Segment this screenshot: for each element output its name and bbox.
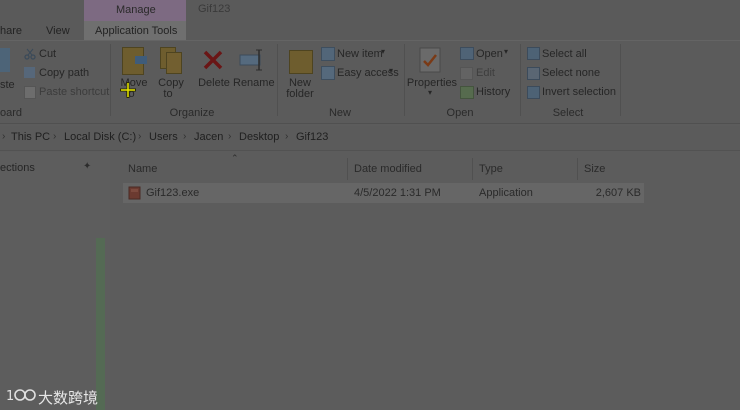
copy-to-icon-back (166, 52, 182, 74)
select-none-button[interactable]: Select none (542, 67, 600, 79)
paste-shortcut-button[interactable]: Paste shortcut (39, 86, 109, 98)
new-item-button[interactable]: New item (337, 48, 383, 60)
breadcrumb-local-disk[interactable]: Local Disk (C:) (64, 131, 136, 143)
open-icon (460, 47, 474, 60)
tab-view[interactable]: View (46, 25, 70, 37)
delete-button-label[interactable]: Delete (196, 78, 232, 89)
open-group-label: Open (446, 107, 474, 119)
new-item-icon (321, 47, 335, 61)
invert-selection-icon (527, 86, 540, 99)
copy-path-icon (24, 67, 35, 78)
ribbon-separator (404, 44, 405, 116)
nav-scrollbar[interactable] (96, 238, 105, 410)
breadcrumb-chevron-icon: › (228, 131, 232, 142)
cut-button[interactable]: Cut (39, 48, 56, 60)
select-all-icon (527, 47, 540, 60)
breadcrumb-gif123[interactable]: Gif123 (296, 131, 328, 143)
navigation-pane (0, 152, 110, 410)
edit-button[interactable]: Edit (476, 67, 495, 79)
ribbon-separator (620, 44, 621, 116)
easy-access-dropdown-icon[interactable]: ▾ (389, 66, 393, 75)
column-separator[interactable] (347, 158, 348, 180)
properties-icon[interactable] (419, 47, 443, 75)
exe-file-icon (128, 186, 141, 200)
breadcrumb-chevron-icon: › (138, 131, 142, 142)
select-all-button[interactable]: Select all (542, 48, 587, 60)
edit-icon (460, 67, 473, 80)
column-header-date[interactable]: Date modified (354, 163, 422, 175)
copy-to-label-2[interactable]: to (158, 89, 178, 100)
history-icon (460, 86, 474, 99)
tab-share[interactable]: hare (0, 25, 22, 37)
open-button[interactable]: Open (476, 48, 503, 60)
tab-manage[interactable]: Manage (116, 4, 156, 16)
ribbon-separator (277, 44, 278, 116)
breadcrumb-desktop[interactable]: Desktop (239, 131, 279, 143)
history-button[interactable]: History (476, 86, 510, 98)
tab-application-tools[interactable]: Application Tools (95, 25, 177, 37)
easy-access-icon (321, 66, 335, 80)
breadcrumb-chevron-icon: › (2, 131, 6, 142)
column-header-name[interactable]: Name (128, 163, 157, 175)
file-date: 4/5/2022 1:31 PM (354, 187, 441, 199)
move-arrow-icon (135, 56, 147, 64)
column-separator[interactable] (577, 158, 578, 180)
sort-up-icon: ⌃ (231, 153, 239, 163)
delete-icon[interactable] (203, 50, 223, 70)
rename-icon[interactable] (239, 49, 265, 71)
new-folder-icon[interactable] (289, 50, 313, 74)
invert-selection-button[interactable]: Invert selection (542, 86, 616, 98)
watermark-logo-icon: 1 (6, 389, 36, 404)
file-size: 2,607 KB (595, 187, 641, 199)
select-none-icon (527, 67, 540, 80)
ribbon-separator (110, 44, 111, 116)
cut-icon (24, 48, 36, 60)
properties-dropdown-icon[interactable]: ▾ (428, 88, 432, 97)
file-name[interactable]: Gif123.exe (146, 187, 199, 199)
quick-access-label[interactable]: ections (0, 162, 35, 174)
new-item-dropdown-icon[interactable]: ▾ (381, 47, 385, 56)
cursor-crosshair-icon (120, 82, 136, 98)
breadcrumb-this-pc[interactable]: This PC (11, 131, 50, 143)
breadcrumb-jacen[interactable]: Jacen (194, 131, 223, 143)
select-group-label: Select (552, 107, 584, 119)
column-header-type[interactable]: Type (479, 163, 503, 175)
watermark-text: 大数跨境 (38, 389, 99, 407)
organize-group-label: Organize (169, 107, 215, 119)
paste-icon[interactable] (0, 48, 10, 72)
paste-button-label[interactable]: ste (0, 80, 15, 91)
paste-shortcut-icon (24, 86, 36, 99)
new-group-label: New (328, 107, 351, 119)
window-title: Gif123 (198, 3, 231, 15)
file-type: Application (479, 187, 533, 199)
new-folder-label-2[interactable]: folder (283, 89, 317, 100)
open-dropdown-icon[interactable]: ▾ (504, 47, 508, 56)
pin-icon[interactable]: ✦ (83, 161, 91, 172)
copy-path-button[interactable]: Copy path (39, 67, 89, 79)
breadcrumb-users[interactable]: Users (149, 131, 178, 143)
rename-button-label[interactable]: Rename (233, 78, 275, 89)
ribbon-separator (520, 44, 521, 116)
breadcrumb-chevron-icon: › (53, 131, 57, 142)
column-separator[interactable] (472, 158, 473, 180)
clipboard-group-label: oard (0, 107, 23, 119)
breadcrumb-chevron-icon: › (183, 131, 187, 142)
column-header-size[interactable]: Size (584, 163, 605, 175)
breadcrumb-chevron-icon: › (285, 131, 289, 142)
svg-text:1: 1 (6, 389, 14, 404)
